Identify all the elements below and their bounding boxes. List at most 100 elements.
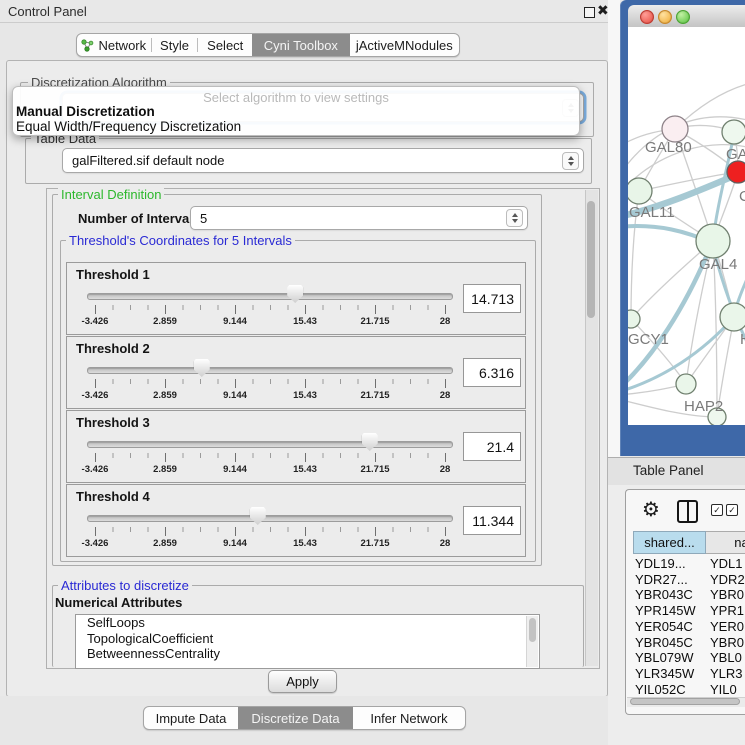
- threshold-4-panel: Threshold 4 -3.426 2.859 9.144 15.43 21.…: [66, 484, 526, 557]
- table-row[interactable]: YLR345WYLR3: [633, 666, 745, 682]
- tab-discretize-data[interactable]: Discretize Data: [238, 707, 353, 729]
- threshold-4-label: Threshold 4: [76, 489, 150, 504]
- list-scrollbar[interactable]: [526, 616, 538, 667]
- network-node[interactable]: [720, 303, 745, 331]
- node-table: shared... name YDL19...YDL1 YDR27...YDR2…: [633, 531, 745, 695]
- threshold-3-slider[interactable]: -3.426 2.859 9.144 15.43 21.715 28: [87, 431, 453, 479]
- popup-option-equal-width-frequency[interactable]: Equal Width/Frequency Discretization: [16, 119, 576, 134]
- scrollbar-thumb[interactable]: [630, 698, 740, 705]
- columns-icon[interactable]: [677, 500, 698, 523]
- network-node-selected-red[interactable]: [727, 161, 745, 183]
- cyni-mode-tabs: Impute Data Discretize Data Infer Networ…: [143, 706, 466, 730]
- checkbox-icon[interactable]: ✓: [726, 504, 738, 516]
- threshold-3-label: Threshold 3: [76, 415, 150, 430]
- column-header-name[interactable]: name: [706, 531, 745, 554]
- threshold-4-slider[interactable]: -3.426 2.859 9.144 15.43 21.715 28: [87, 505, 453, 553]
- attributes-group-title: Attributes to discretize: [58, 579, 192, 592]
- table-row[interactable]: YBL079WYBL0: [633, 650, 745, 666]
- slider-thumb[interactable]: [287, 285, 303, 303]
- table-row[interactable]: YPR145WYPR1: [633, 603, 745, 619]
- float-window-icon[interactable]: [584, 7, 595, 18]
- number-of-intervals-value: 5: [191, 211, 506, 226]
- algorithm-popup: Select algorithm to view settings Manual…: [12, 86, 580, 136]
- tab-infer-network[interactable]: Infer Network: [353, 707, 465, 729]
- threshold-3-panel: Threshold 3 -3.426 2.859 9.144 15.43 21.…: [66, 410, 526, 483]
- threshold-1-label: Threshold 1: [76, 267, 150, 282]
- panel-divider[interactable]: [608, 0, 620, 457]
- tab-network[interactable]: Network: [77, 34, 151, 56]
- table-data-combo-value: galFiltered.sif default node: [63, 153, 562, 168]
- combo-stepper-icon[interactable]: [562, 152, 579, 170]
- table-data-combo[interactable]: galFiltered.sif default node: [62, 148, 584, 173]
- slider-thumb[interactable]: [194, 359, 210, 377]
- svg-text:GAL80: GAL80: [645, 139, 692, 156]
- threshold-2-slider[interactable]: -3.426 2.859 9.144 15.43 21.715 28: [87, 357, 453, 405]
- threshold-3-value-field[interactable]: [463, 432, 521, 461]
- threshold-1-value-field[interactable]: [463, 284, 521, 313]
- network-icon: [81, 39, 94, 52]
- svg-text:GCY1: GCY1: [628, 331, 669, 348]
- traffic-light-minimize-icon[interactable]: [658, 10, 672, 24]
- table-row[interactable]: YER054CYER0: [633, 619, 745, 635]
- traffic-light-zoom-icon[interactable]: [676, 10, 690, 24]
- table-row[interactable]: YIL052CYIL0: [633, 682, 745, 695]
- threshold-2-panel: Threshold 2 -3.426 2.859 9.144 15.43 21.…: [66, 336, 526, 409]
- svg-text:HAP2: HAP2: [684, 398, 723, 415]
- tab-cyni-toolbox[interactable]: Cyni Toolbox: [252, 34, 349, 56]
- threshold-4-value-field[interactable]: [463, 506, 521, 535]
- table-row[interactable]: YDR27...YDR2: [633, 572, 745, 588]
- algorithm-popup-placeholder: Select algorithm to view settings: [13, 90, 579, 105]
- slider-minor-ticks: [95, 527, 445, 532]
- combo-stepper-icon[interactable]: [506, 209, 523, 227]
- network-node-gal4[interactable]: [696, 224, 730, 258]
- scrollbar-thumb[interactable]: [529, 618, 536, 642]
- interval-definition-group-title: Interval Definition: [58, 188, 164, 201]
- svg-text:GA: GA: [726, 146, 745, 163]
- svg-text:GAL11: GAL11: [629, 204, 675, 221]
- table-row[interactable]: YBR043CYBR0: [633, 587, 745, 603]
- network-graph: GAL80 GA C GAL11 GAL4 GCY1 H HAP2: [628, 27, 745, 425]
- slider-minor-ticks: [95, 379, 445, 384]
- table-panel-title: Table Panel: [633, 463, 704, 478]
- tab-style[interactable]: Style: [152, 34, 198, 56]
- table-row[interactable]: YBR045CYBR0: [633, 635, 745, 651]
- apply-button[interactable]: Apply: [268, 670, 337, 693]
- network-node-gal11[interactable]: [628, 178, 652, 204]
- popup-option-manual-discretization[interactable]: Manual Discretization: [16, 104, 576, 119]
- svg-text:C: C: [739, 188, 745, 205]
- list-item[interactable]: SelfLoops: [76, 615, 539, 631]
- svg-text:H: H: [740, 331, 745, 348]
- network-node-gcy1[interactable]: [628, 310, 640, 328]
- tab-impute-data[interactable]: Impute Data: [144, 707, 238, 729]
- slider-thumb[interactable]: [362, 433, 378, 451]
- slider-minor-ticks: [95, 305, 445, 310]
- number-of-intervals-combo[interactable]: 5: [190, 206, 528, 230]
- tab-network-label: Network: [98, 38, 146, 53]
- threshold-1-slider[interactable]: -3.426 2.859 9.144 15.43 21.715 28: [87, 283, 453, 331]
- network-window-titlebar[interactable]: [628, 5, 745, 28]
- network-node-hap2[interactable]: [676, 374, 696, 394]
- table-row[interactable]: YDL19...YDL1: [633, 556, 745, 572]
- threshold-2-value-field[interactable]: [463, 358, 521, 387]
- checkbox-icon[interactable]: ✓: [711, 504, 723, 516]
- control-panel-title: Control Panel: [8, 4, 87, 19]
- close-icon[interactable]: ✖: [597, 2, 609, 19]
- list-item[interactable]: TopologicalCoefficient: [76, 631, 539, 647]
- numerical-attributes-label: Numerical Attributes: [55, 595, 182, 610]
- list-item[interactable]: BetweennessCentrality: [76, 646, 539, 662]
- column-header-shared-name[interactable]: shared...: [633, 531, 706, 554]
- gear-icon[interactable]: ⚙: [642, 497, 660, 522]
- tab-select[interactable]: Select: [198, 34, 252, 56]
- app-root: Control Panel ✖ Network Style Select Cyn…: [0, 0, 745, 745]
- control-panel-tabs: Network Style Select Cyni Toolbox jActiv…: [76, 33, 460, 57]
- thresholds-group-title: Threshold's Coordinates for 5 Intervals: [66, 234, 295, 247]
- numerical-attributes-list[interactable]: SelfLoops TopologicalCoefficient Between…: [75, 614, 540, 669]
- svg-text:GAL4: GAL4: [699, 256, 737, 273]
- scrollbar-thumb[interactable]: [587, 201, 595, 318]
- slider-thumb[interactable]: [250, 507, 266, 525]
- slider-minor-ticks: [95, 453, 445, 458]
- network-node[interactable]: [722, 120, 745, 144]
- traffic-light-close-icon[interactable]: [640, 10, 654, 24]
- network-canvas[interactable]: GAL80 GA C GAL11 GAL4 GCY1 H HAP2: [628, 27, 745, 425]
- tab-jactivemnodules[interactable]: jActiveMNodules: [350, 34, 459, 56]
